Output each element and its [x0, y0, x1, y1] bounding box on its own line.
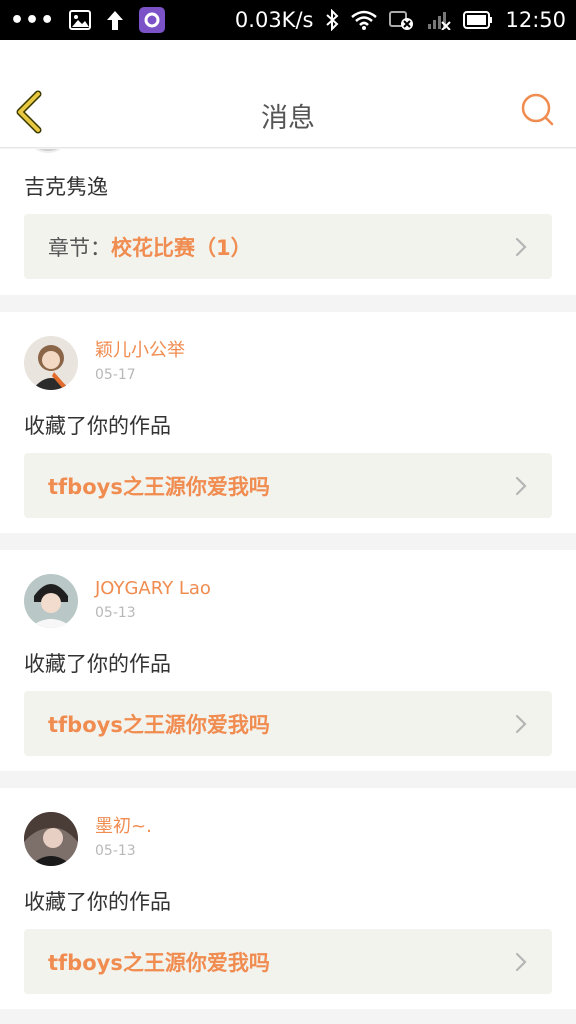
- chapter-title: 校花比赛（1）: [111, 235, 252, 260]
- message-card: 吉克隽逸 章节： 校花比赛（1）: [0, 149, 576, 295]
- message-text: 收藏了你的作品: [24, 414, 171, 438]
- work-title: tfboys之王源你爱我吗: [48, 712, 270, 737]
- message-card: JOYGARY Lao 05-13 收藏了你的作品 tfboys之王源你爱我吗: [0, 550, 576, 771]
- status-bar: ••• 0.03K/s 12:50: [0, 0, 576, 40]
- message-text: 收藏了你的作品: [24, 652, 171, 676]
- upload-arrow-icon: [105, 9, 125, 31]
- message-date: 05-17: [95, 367, 136, 383]
- message-card: 墨初~. 05-13 收藏了你的作品 tfboys之王源你爱我吗: [0, 788, 576, 1009]
- chevron-right-icon: [515, 952, 527, 971]
- message-text: 收藏了你的作品: [24, 890, 171, 914]
- message-list: 吉克隽逸 章节： 校花比赛（1） 颖儿小公举 05-17 收藏了你的作品 tfb…: [0, 149, 576, 1024]
- search-icon: [521, 93, 554, 126]
- username[interactable]: JOYGARY Lao: [95, 577, 211, 601]
- chapter-link[interactable]: 章节： 校花比赛（1）: [24, 214, 552, 279]
- message-date: 05-13: [95, 605, 136, 621]
- wifi-icon: [351, 10, 378, 30]
- chevron-right-icon: [515, 476, 527, 495]
- username[interactable]: 墨初~.: [95, 815, 152, 839]
- avatar[interactable]: [24, 574, 78, 628]
- notification-dots: •••: [10, 7, 56, 33]
- avatar[interactable]: [28, 149, 68, 153]
- network-speed: 0.03K/s: [234, 8, 314, 32]
- work-title: tfboys之王源你爱我吗: [48, 474, 270, 499]
- work-title: tfboys之王源你爱我吗: [48, 950, 270, 975]
- search-button[interactable]: [520, 92, 556, 128]
- message-card: 颖儿小公举 05-17 收藏了你的作品 tfboys之王源你爱我吗: [0, 312, 576, 533]
- avatar[interactable]: [24, 812, 78, 866]
- clock: 12:50: [505, 8, 566, 32]
- chevron-right-icon: [515, 237, 527, 256]
- avatar[interactable]: [24, 336, 78, 390]
- work-link[interactable]: tfboys之王源你爱我吗: [24, 453, 552, 518]
- page-title: 消息: [261, 103, 315, 134]
- app-icon: [139, 7, 166, 33]
- message-date: 05-13: [95, 843, 136, 859]
- username[interactable]: 颖儿小公举: [95, 339, 185, 363]
- signal-icon: [427, 10, 452, 30]
- battery-icon: [463, 11, 493, 29]
- bluetooth-icon: [325, 9, 339, 31]
- image-icon: [69, 10, 92, 30]
- alarm-off-icon: [389, 9, 415, 31]
- app-header: 消息: [0, 40, 576, 148]
- chevron-right-icon: [515, 714, 527, 733]
- chapter-label: 章节：: [48, 235, 111, 260]
- work-link[interactable]: tfboys之王源你爱我吗: [24, 929, 552, 994]
- work-link[interactable]: tfboys之王源你爱我吗: [24, 691, 552, 756]
- message-text: 吉克隽逸: [24, 175, 108, 199]
